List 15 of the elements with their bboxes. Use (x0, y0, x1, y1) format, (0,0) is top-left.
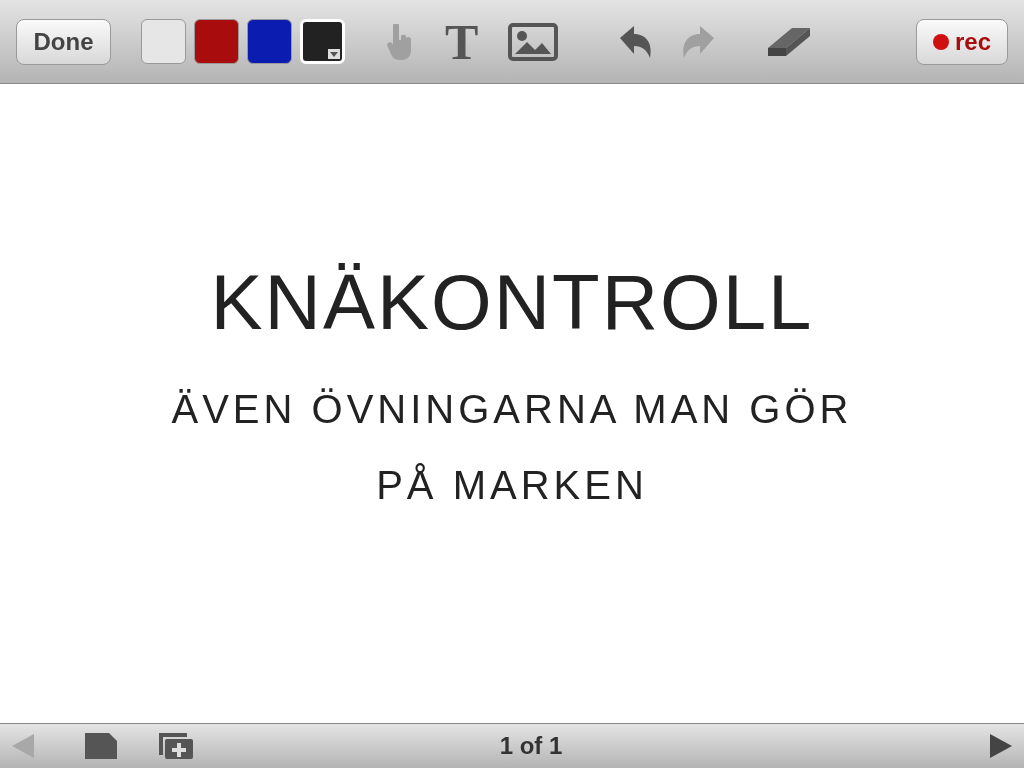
image-icon[interactable] (508, 22, 559, 61)
page-icon[interactable] (84, 732, 118, 760)
dropdown-icon (328, 49, 340, 59)
next-page-icon[interactable] (988, 732, 1014, 760)
page-counter: 1 of 1 (498, 731, 564, 761)
handwritten-text: ÄVEN ÖVNINGARNA MAN GÖR (171, 386, 853, 433)
record-button[interactable]: rec (916, 18, 1008, 65)
color-swatch[interactable] (247, 19, 292, 64)
add-page-icon[interactable] (158, 732, 194, 760)
handwritten-text: PÅ MARKEN (376, 462, 648, 509)
color-swatch[interactable] (194, 19, 239, 64)
done-button[interactable]: Done (16, 18, 111, 65)
color-swatch[interactable] (141, 19, 186, 64)
text-tool-button[interactable]: T (445, 16, 479, 67)
handwritten-text: KNÄKONTROLL (210, 257, 814, 348)
